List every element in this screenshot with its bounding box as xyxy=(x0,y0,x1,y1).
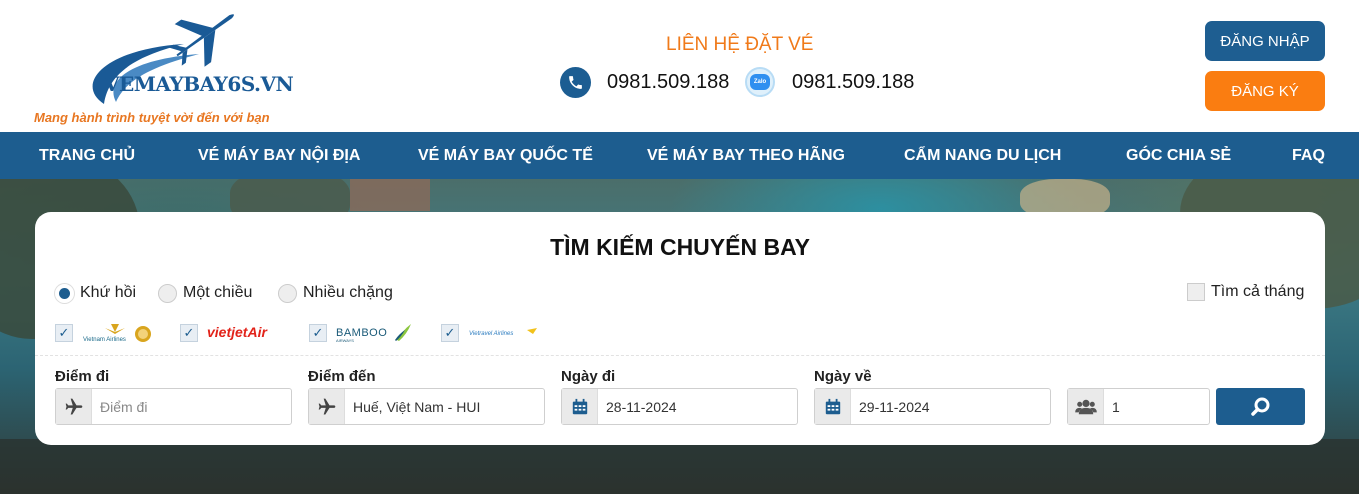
phone-row: 0981.509.188 Zalo 0981.509.188 xyxy=(560,66,960,100)
return-date-field[interactable]: 29-11-2024 xyxy=(814,388,1051,425)
site-logo[interactable]: VEMAYBAY6S.VN Mang hành trình tuyệt vời … xyxy=(34,4,294,128)
trip-type-round-trip[interactable]: Khứ hồi xyxy=(55,282,136,304)
from-field[interactable]: Điểm đi xyxy=(55,388,292,425)
zalo-icon[interactable]: Zalo xyxy=(745,67,775,97)
radio-icon[interactable] xyxy=(158,283,177,303)
logo-tagline: Mang hành trình tuyệt vời đến với bạn xyxy=(34,110,270,125)
airline-filter-vietravel[interactable]: ✓ Vietravel Airlines xyxy=(441,322,537,344)
checkbox-icon[interactable] xyxy=(1187,283,1205,301)
logo-text: VEMAYBAY6S.VN xyxy=(104,72,294,96)
whole-month-label: Tìm cả tháng xyxy=(1211,283,1305,300)
phone-icon[interactable] xyxy=(560,67,591,98)
checkmark-icon[interactable]: ✓ xyxy=(180,324,198,342)
svg-text:Vietravel Airlines: Vietravel Airlines xyxy=(469,331,513,337)
bamboo-logo: BAMBOO AIRWAYS xyxy=(335,322,415,344)
nav-item-international[interactable]: VÉ MÁY BAY QUỐC TẾ xyxy=(418,132,593,179)
radio-selected-icon[interactable] xyxy=(55,283,74,303)
to-label: Điểm đến xyxy=(308,368,376,385)
vietjet-logo: vietjetAir xyxy=(206,322,276,344)
svg-text:AIRWAYS: AIRWAYS xyxy=(336,338,354,343)
section-divider xyxy=(35,355,1325,356)
login-button[interactable]: ĐĂNG NHẬP xyxy=(1205,21,1325,61)
radio-icon[interactable] xyxy=(278,283,297,303)
checkmark-icon[interactable]: ✓ xyxy=(309,324,327,342)
return-label: Ngày về xyxy=(814,368,872,385)
whole-month-checkbox[interactable]: Tìm cả tháng xyxy=(1187,283,1304,301)
trip-type-label: Khứ hồi xyxy=(80,284,137,301)
nav-item-travel-guide[interactable]: CẨM NANG DU LỊCH xyxy=(904,132,1061,179)
hero-shore xyxy=(0,439,1359,494)
register-button[interactable]: ĐĂNG KÝ xyxy=(1205,71,1325,111)
to-field[interactable]: Huế, Việt Nam - HUI xyxy=(308,388,545,425)
nav-item-faq[interactable]: FAQ xyxy=(1292,132,1325,179)
passengers-field[interactable]: 1 xyxy=(1067,388,1210,425)
nav-item-home[interactable]: TRANG CHỦ xyxy=(39,132,135,179)
return-date-input[interactable]: 29-11-2024 xyxy=(859,399,930,415)
vietnam-airlines-logo: Vietnam Airlines xyxy=(81,322,151,344)
site-header: VEMAYBAY6S.VN Mang hành trình tuyệt vời … xyxy=(0,0,1359,132)
from-label: Điểm đi xyxy=(55,368,110,385)
search-icon xyxy=(1250,397,1269,416)
flight-search-card: TÌM KIẾM CHUYẾN BAY Khứ hồi Một chiều Nh… xyxy=(35,212,1325,445)
airline-filter-vietnam-airlines[interactable]: ✓ Vietnam Airlines xyxy=(55,322,151,344)
search-title: TÌM KIẾM CHUYẾN BAY xyxy=(550,234,810,260)
nav-item-by-airline[interactable]: VÉ MÁY BAY THEO HÃNG xyxy=(647,132,845,179)
airplane-swoosh-icon xyxy=(92,14,234,104)
phone-number-1[interactable]: 0981.509.188 xyxy=(607,71,729,94)
svg-text:vietjetAir: vietjetAir xyxy=(207,324,268,340)
phone-number-2[interactable]: 0981.509.188 xyxy=(792,71,914,94)
search-button[interactable] xyxy=(1216,388,1305,425)
depart-label: Ngày đi xyxy=(561,368,616,385)
hero-boat xyxy=(350,179,430,211)
passengers-input[interactable]: 1 xyxy=(1112,399,1120,415)
trip-type-label: Một chiều xyxy=(183,284,253,301)
main-nav: TRANG CHỦ VÉ MÁY BAY NỘI ĐỊA VÉ MÁY BAY … xyxy=(0,132,1359,179)
users-icon xyxy=(1068,389,1104,424)
checkmark-icon[interactable]: ✓ xyxy=(55,324,73,342)
trip-type-group: Khứ hồi Một chiều Nhiều chặng xyxy=(55,282,555,304)
checkmark-icon[interactable]: ✓ xyxy=(441,324,459,342)
trip-type-multi-city[interactable]: Nhiều chặng xyxy=(278,282,393,304)
plane-icon xyxy=(309,389,345,424)
calendar-icon xyxy=(815,389,851,424)
nav-item-domestic[interactable]: VÉ MÁY BAY NỘI ĐỊA xyxy=(198,132,360,179)
contact-title: LIÊN HỆ ĐẶT VÉ xyxy=(666,34,814,55)
from-input[interactable]: Điểm đi xyxy=(100,399,147,415)
trip-type-one-way[interactable]: Một chiều xyxy=(158,282,252,304)
depart-date-input[interactable]: 28-11-2024 xyxy=(606,399,677,415)
nav-item-sharing[interactable]: GÓC CHIA SẺ xyxy=(1126,132,1231,179)
zalo-label: Zalo xyxy=(750,74,770,90)
to-input[interactable]: Huế, Việt Nam - HUI xyxy=(353,399,480,415)
airline-filter-bamboo[interactable]: ✓ BAMBOO AIRWAYS xyxy=(309,322,415,344)
svg-text:Vietnam Airlines: Vietnam Airlines xyxy=(83,337,126,343)
airline-filter-vietjet[interactable]: ✓ vietjetAir xyxy=(180,322,276,344)
trip-type-label: Nhiều chặng xyxy=(303,284,393,301)
depart-date-field[interactable]: 28-11-2024 xyxy=(561,388,798,425)
plane-icon xyxy=(56,389,92,424)
calendar-icon xyxy=(562,389,598,424)
vietravel-airlines-logo: Vietravel Airlines xyxy=(467,322,537,344)
